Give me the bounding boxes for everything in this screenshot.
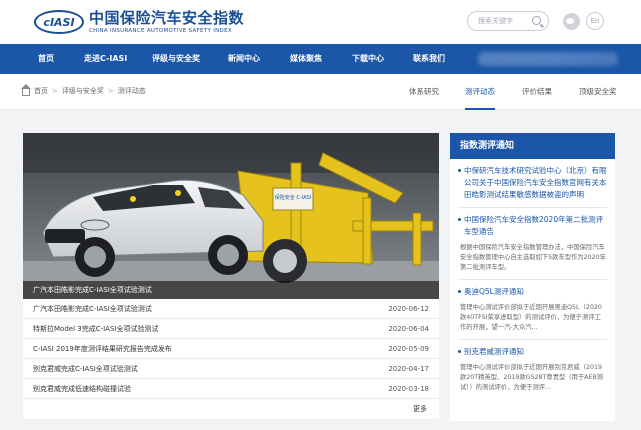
main-nav: 首页 走进C-IASI 评级与安全奖 新闻中心 媒体聚焦 下载中心 联系我们 xyxy=(0,44,641,74)
nav-item-ratings[interactable]: 评级与安全奖 xyxy=(152,44,200,74)
nav-item-about[interactable]: 走进C-IASI xyxy=(84,44,127,74)
language-toggle[interactable]: En xyxy=(586,12,604,30)
news-title[interactable]: 广汽本田皓影完成C-IASI全项试验测试 xyxy=(33,299,152,319)
feature-caption[interactable]: 广汽本田皓影完成C-IASI全项试验测试 xyxy=(23,281,439,299)
news-date: 2020-06-04 xyxy=(388,325,429,333)
news-date: 2020-04-17 xyxy=(388,365,429,373)
wechat-icon[interactable] xyxy=(563,13,580,30)
list-item[interactable]: C-IASI 2019年度测评结果研究报告完成发布 2020-05-09 xyxy=(23,339,439,359)
notice-item[interactable]: 中国保险汽车安全指数2020年第二批测评车型通告 根据中国保险汽车安全指数管理办… xyxy=(450,208,615,280)
logo-badge: cIASI xyxy=(34,10,84,34)
notice-item[interactable]: 奥迪Q5L测评通知 管理中心测试评价部拟于近期开展奥迪Q5L（2020款40TF… xyxy=(450,280,615,340)
logo-title: 中国保险汽车安全指数 xyxy=(89,8,245,27)
breadcrumb: 首页 > 评级与安全奖 > 测评动态 xyxy=(34,87,146,95)
feature-image[interactable]: 保险安全 C-IASI 广汽本田皓影完成C-IASI全项试验测试 xyxy=(23,133,439,299)
breadcrumb-bar: 首页 > 评级与安全奖 > 测评动态 体系研究 测评动态 评价结果 顶级安全奖 xyxy=(0,74,641,110)
more-link[interactable]: 更多 xyxy=(413,399,427,419)
crash-test-illustration: 保险安全 C-IASI xyxy=(23,133,439,299)
notice-desc: 管理中心测试评价部拟于近期开展奥迪Q5L（2020款40TFSI荣享进取型）的测… xyxy=(460,304,602,331)
nav-item-contact[interactable]: 联系我们 xyxy=(413,44,445,74)
list-item[interactable]: 特斯拉Model 3完成C-IASI全项试验测试 2020-06-04 xyxy=(23,319,439,339)
tab-system-research[interactable]: 体系研究 xyxy=(409,74,439,110)
search-input[interactable]: 搜索关键字 xyxy=(467,11,549,31)
breadcrumb-ratings[interactable]: 评级与安全奖 xyxy=(62,87,104,95)
notice-desc: 根据中国保险汽车安全指数管理办法，中国保险汽车安全指数管理中心自主选取如下5款车… xyxy=(460,244,606,271)
top-header: cIASI 中国保险汽车安全指数 CHINA INSURANCE AUTOMOT… xyxy=(0,0,641,44)
nav-item-media[interactable]: 媒体聚焦 xyxy=(290,44,322,74)
news-list: 广汽本田皓影完成C-IASI全项试验测试 2020-06-12 特斯拉Model… xyxy=(23,299,439,419)
search-placeholder: 搜索关键字 xyxy=(478,17,513,25)
notice-title[interactable]: 别克君威测评通知 xyxy=(458,346,607,358)
sidebar-heading: 指数测评通知 xyxy=(450,133,615,159)
nav-item-news[interactable]: 新闻中心 xyxy=(228,44,260,74)
notice-title[interactable]: 中国保险汽车安全指数2020年第二批测评车型通告 xyxy=(458,214,607,238)
notice-title[interactable]: 中保研汽车技术研究试验中心（北京）有限公司关于中国保险汽车安全指数官网有关本田皓… xyxy=(458,165,607,201)
blurred-overlay xyxy=(478,52,618,66)
list-item[interactable]: 广汽本田皓影完成C-IASI全项试验测试 2020-06-12 xyxy=(23,299,439,319)
news-date: 2020-06-12 xyxy=(388,305,429,313)
notice-item[interactable]: 中保研汽车技术研究试验中心（北京）有限公司关于中国保险汽车安全指数官网有关本田皓… xyxy=(450,159,615,208)
nav-item-download[interactable]: 下载中心 xyxy=(352,44,384,74)
nav-item-home[interactable]: 首页 xyxy=(38,44,54,74)
notice-sidebar: 指数测评通知 中保研汽车技术研究试验中心（北京）有限公司关于中国保险汽车安全指数… xyxy=(450,133,615,421)
tab-top-safety-award[interactable]: 顶级安全奖 xyxy=(579,74,617,110)
barrier-label: 保险安全 C-IASI xyxy=(275,194,311,201)
list-item[interactable]: 别克君威完成低速结构碰撞试验 2020-03-18 xyxy=(23,379,439,399)
tab-test-news[interactable]: 测评动态 xyxy=(465,74,495,110)
search-icon[interactable] xyxy=(532,16,541,25)
news-title[interactable]: 别克君威完成低速结构碰撞试验 xyxy=(33,379,131,399)
news-title[interactable]: 特斯拉Model 3完成C-IASI全项试验测试 xyxy=(33,319,158,339)
notice-item[interactable]: 别克君威测评通知 管理中心测试评价部拟于近期开展别克君威（2019款20T精英型… xyxy=(450,340,615,393)
logo-subtitle: CHINA INSURANCE AUTOMOTIVE SAFETY INDEX xyxy=(89,27,232,34)
site-logo[interactable]: cIASI 中国保险汽车安全指数 CHINA INSURANCE AUTOMOT… xyxy=(34,7,244,37)
notice-title[interactable]: 奥迪Q5L测评通知 xyxy=(458,286,607,298)
notice-desc: 管理中心测试评价部拟于近期开展别克君威（2019款20T精英型、2019款GS2… xyxy=(460,364,604,391)
tab-results[interactable]: 评价结果 xyxy=(522,74,552,110)
breadcrumb-current: 测评动态 xyxy=(117,87,146,95)
news-title[interactable]: 别克君威完成C-IASI全项试验测试 xyxy=(33,359,138,379)
list-item[interactable]: 别克君威完成C-IASI全项试验测试 2020-04-17 xyxy=(23,359,439,379)
news-date: 2020-03-18 xyxy=(388,385,429,393)
news-date: 2020-05-09 xyxy=(388,345,429,353)
news-title[interactable]: C-IASI 2019年度测评结果研究报告完成发布 xyxy=(33,339,172,359)
home-icon xyxy=(21,84,31,96)
breadcrumb-home[interactable]: 首页 xyxy=(34,87,48,95)
